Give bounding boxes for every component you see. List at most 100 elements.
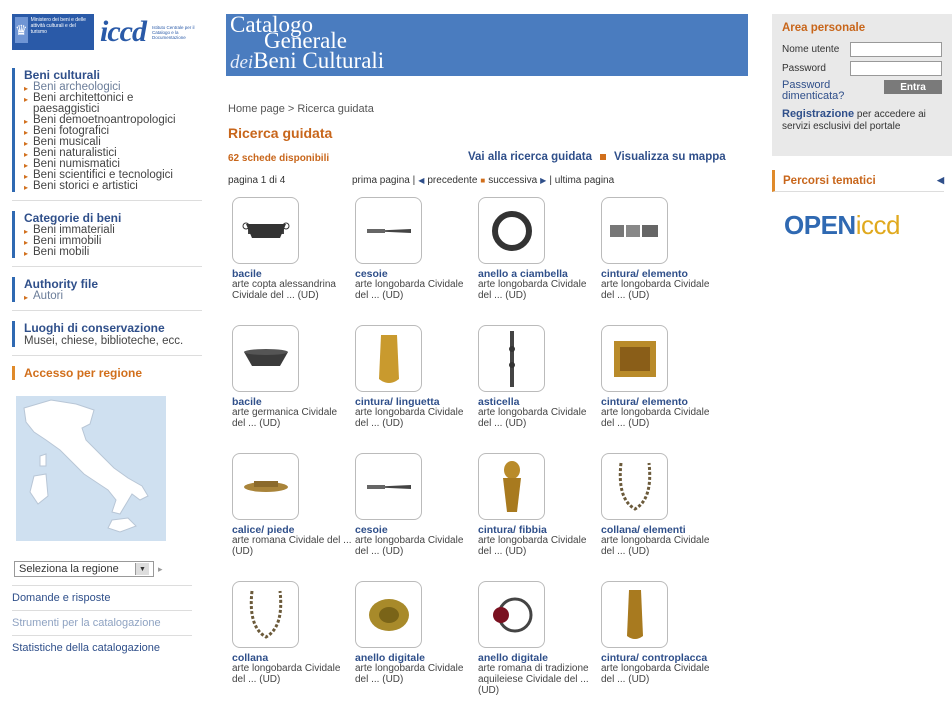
last-page-link[interactable]: | ultima pagina <box>549 175 614 186</box>
link-domande[interactable]: Domande e risposte <box>12 586 192 611</box>
region-select-value: Seleziona la regione <box>19 563 119 575</box>
section-luoghi: Luoghi di conservazione Musei, chiese, b… <box>12 321 202 347</box>
result-subtitle: arte copta alessandrina Cividale del ...… <box>232 279 336 301</box>
result-subtitle: arte longobarda Cividale del ... (UD) <box>478 279 587 301</box>
gold-ring-icon[interactable] <box>355 581 422 648</box>
sidebar-item-autori[interactable]: Autori <box>24 290 202 303</box>
bowl-icon[interactable] <box>232 325 299 392</box>
shears-icon[interactable] <box>355 197 422 264</box>
search-modes: Vai alla ricerca guidata Visualizza su m… <box>468 151 726 163</box>
basin-icon[interactable] <box>232 197 299 264</box>
result-card[interactable]: cintura/ linguetta arte longobarda Civida… <box>355 325 478 437</box>
login-actions: Password dimenticata? Entra <box>782 80 942 102</box>
registration-link[interactable]: Registrazione <box>782 108 854 120</box>
result-card[interactable]: anello digitale arte longobarda Cividale … <box>355 581 478 693</box>
region-select[interactable]: Seleziona la regione ▼ <box>14 561 154 577</box>
catalog-banner[interactable]: Catalogo Generale deiBeni Culturali <box>226 14 748 76</box>
go-arrow-icon[interactable]: ▸ <box>158 564 163 575</box>
belt-tongue-icon[interactable] <box>355 325 422 392</box>
sidebar-item-storici[interactable]: Beni storici e artistici <box>24 180 202 193</box>
username-input[interactable] <box>850 42 942 57</box>
header-logos: ♛ Ministero dei beni e delle attività cu… <box>12 10 202 54</box>
necklace-icon[interactable] <box>601 453 668 520</box>
result-card[interactable]: collana arte longobarda Cividale del ... … <box>232 581 355 693</box>
page-info: pagina 1 di 4 <box>228 175 286 186</box>
chevron-right-icon[interactable]: ▶ <box>540 176 546 185</box>
result-subtitle: arte romana Cividale del ... (UD) <box>232 535 352 557</box>
result-subtitle: arte longobarda Cividale del ... (UD) <box>478 407 587 429</box>
result-subtitle: arte longobarda Cividale del ... (UD) <box>355 535 464 557</box>
result-card[interactable]: cintura/ elemento arte longobarda Cividal… <box>601 197 724 309</box>
next-page-link[interactable]: successiva <box>488 175 537 186</box>
guided-search-link[interactable]: Vai alla ricerca guidata <box>468 151 592 163</box>
result-card[interactable]: collana/ elementi arte longobarda Cividal… <box>601 453 724 565</box>
italy-map[interactable] <box>16 396 166 541</box>
link-statistiche[interactable]: Statistiche della catalogazione <box>12 636 192 660</box>
registration-text: Registrazione per accedere ai servizi es… <box>782 108 942 133</box>
password-input[interactable] <box>850 61 942 76</box>
shears-icon[interactable] <box>355 453 422 520</box>
result-subtitle: arte germanica Cividale del ... (UD) <box>232 407 338 429</box>
pager: prima pagina | ◀ precedente ■ successiva… <box>352 175 614 186</box>
divider <box>12 266 202 267</box>
results-grid: bacile arte copta alessandrina Cividale d… <box>232 197 742 696</box>
rod-icon[interactable] <box>478 325 545 392</box>
result-subtitle: arte longobarda Cividale del ... (UD) <box>601 535 710 557</box>
result-card[interactable]: bacile arte germanica Cividale del ... (U… <box>232 325 355 437</box>
necklace-icon[interactable] <box>232 581 299 648</box>
result-card[interactable]: cintura/ fibbia arte longobarda Cividale … <box>478 453 601 565</box>
result-card[interactable]: anello a ciambella arte longobarda Civida… <box>478 197 601 309</box>
iccd-subtitle: Istituto Centrale per il Catalogo e la D… <box>151 24 195 40</box>
left-sidebar: ♛ Ministero dei beni e delle attività cu… <box>12 10 202 660</box>
map-view-link[interactable]: Visualizza su mappa <box>614 151 726 163</box>
buckle-icon[interactable] <box>478 453 545 520</box>
result-card[interactable]: asticella arte longobarda Cividale del ..… <box>478 325 601 437</box>
square-bullet-icon: ■ <box>480 176 486 185</box>
chevron-left-icon[interactable]: ◀ <box>937 175 944 186</box>
sidebar-item-architettonici[interactable]: Beni architettonici e paesaggistici <box>24 92 202 115</box>
belt-plate-icon[interactable] <box>601 325 668 392</box>
section-title[interactable]: Luoghi di conservazione <box>24 321 202 335</box>
open-iccd-logo[interactable]: OPENiccd <box>784 210 900 241</box>
sidebar-item-mobili[interactable]: Beni mobili <box>24 246 202 259</box>
divider <box>12 310 202 311</box>
gem-ring-icon[interactable] <box>478 581 545 648</box>
chalice-foot-icon[interactable] <box>232 453 299 520</box>
login-box: Area personale Nome utente Password Pass… <box>772 14 952 156</box>
first-page-link[interactable]: prima pagina | <box>352 175 415 186</box>
result-card[interactable]: cesoie arte longobarda Cividale del ... (… <box>355 453 478 565</box>
section-title[interactable]: Categorie di beni <box>24 211 202 225</box>
forgot-password-link[interactable]: Password dimenticata? <box>782 80 852 102</box>
ministry-emblem-icon: ♛ <box>15 17 28 43</box>
result-subtitle: arte longobarda Cividale del ... (UD) <box>355 279 464 301</box>
chevron-down-icon[interactable]: ▼ <box>135 563 149 575</box>
password-label: Password <box>782 63 826 74</box>
result-card[interactable]: bacile arte copta alessandrina Cividale d… <box>232 197 355 309</box>
chevron-left-icon[interactable]: ◀ <box>418 176 424 185</box>
italy-map-icon <box>23 399 149 533</box>
username-row: Nome utente <box>782 42 942 57</box>
result-card[interactable]: anello digitale arte romana di tradizione… <box>478 581 601 696</box>
iccd-logo[interactable]: iccd <box>100 15 147 49</box>
section-title[interactable]: Authority file <box>24 277 202 291</box>
result-card[interactable]: cesoie arte longobarda Cividale del ... (… <box>355 197 478 309</box>
login-button[interactable]: Entra <box>884 80 942 94</box>
link-strumenti[interactable]: Strumenti per la catalogazione <box>12 611 192 636</box>
result-card[interactable]: calice/ piede arte romana Cividale del ..… <box>232 453 355 565</box>
area-title: Area personale <box>782 22 866 34</box>
ministry-logo[interactable]: ♛ Ministero dei beni e delle attività cu… <box>12 14 94 50</box>
result-card[interactable]: cintura/ elemento arte longobarda Cividal… <box>601 325 724 437</box>
belt-element-icon[interactable] <box>601 197 668 264</box>
result-subtitle: arte romana di tradizione aquileiese Civ… <box>478 663 589 696</box>
section-desc: Musei, chiese, biblioteche, ecc. <box>24 335 184 347</box>
percorsi-label: Percorsi tematici <box>783 174 876 187</box>
ring-icon[interactable] <box>478 197 545 264</box>
divider <box>12 200 202 201</box>
breadcrumb[interactable]: Home page > Ricerca guidata <box>228 103 374 115</box>
percorsi-tematici[interactable]: Percorsi tematici ◀ <box>772 170 944 192</box>
counterplate-icon[interactable] <box>601 581 668 648</box>
result-subtitle: arte longobarda Cividale del ... (UD) <box>232 663 341 685</box>
section-title[interactable]: Beni culturali <box>24 68 202 82</box>
result-card[interactable]: cintura/ controplacca arte longobarda Civ… <box>601 581 724 693</box>
prev-page-link[interactable]: precedente <box>427 175 477 186</box>
